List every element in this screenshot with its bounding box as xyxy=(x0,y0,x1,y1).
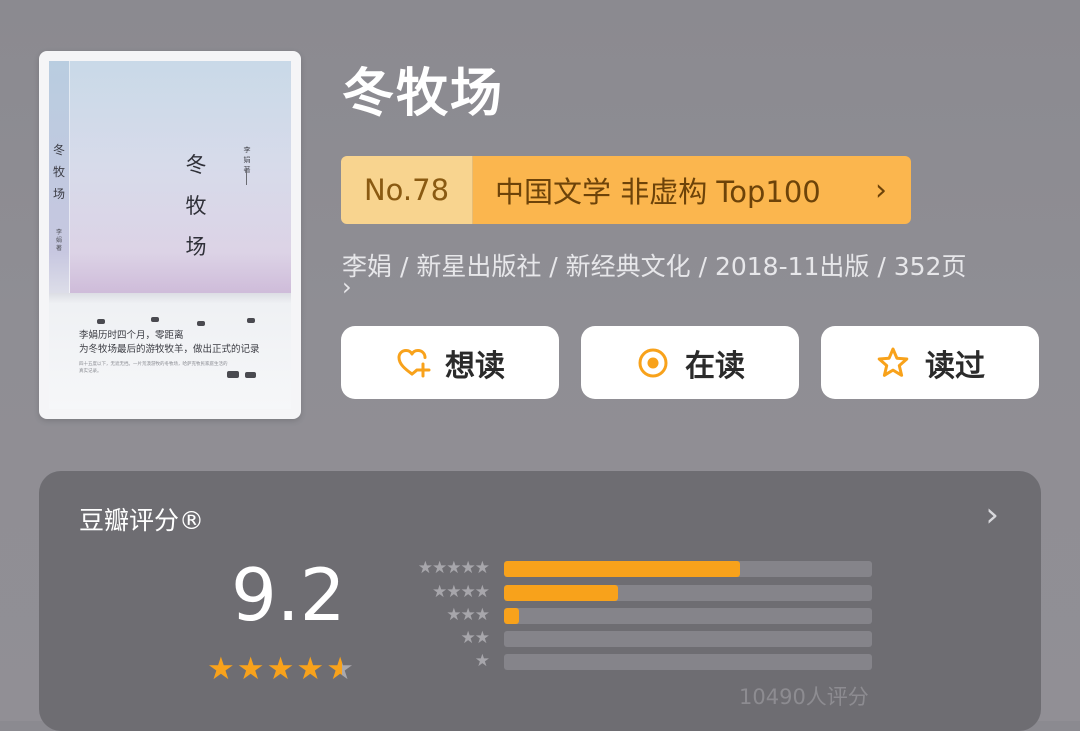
cover-blurb: 李娟历时四个月，零距离 为冬牧场最后的游牧牧羊，做出正式的记录 xyxy=(79,330,260,355)
rating-row-stars: ★ xyxy=(474,651,490,671)
star-icon: ★ xyxy=(207,651,235,687)
rating-bar-fill xyxy=(504,585,619,601)
cover-animal-3 xyxy=(197,321,205,326)
rank-badge[interactable]: No.78 中国文学 非虚构 Top100 › xyxy=(341,156,911,224)
rating-stars: ★ ★ ★ ★ ★ xyxy=(207,654,354,685)
rating-panel[interactable]: 豆瓣评分® › 9.2 ★ ★ ★ ★ ★ ★★★★★ ★★★★ ★★★ ★★ … xyxy=(39,471,1041,731)
have-read-button[interactable]: 读过 xyxy=(821,326,1039,399)
rating-row-stars: ★★ xyxy=(460,628,491,648)
rating-bar-track xyxy=(504,561,872,577)
rating-bar-track xyxy=(504,631,872,647)
rating-row-2: ★★ xyxy=(397,628,917,648)
rating-bar-track xyxy=(504,608,872,624)
spine-author: 李 娟 著 xyxy=(55,229,62,252)
cover-title: 冬 牧 场 xyxy=(185,153,207,259)
chevron-right-icon[interactable]: › xyxy=(985,495,999,535)
chevron-right-icon[interactable]: › xyxy=(342,275,352,299)
rating-bar-fill xyxy=(504,561,740,577)
book-title: 冬牧场 xyxy=(342,64,505,124)
want-to-read-button[interactable]: 想读 xyxy=(341,326,559,399)
star-outline-icon xyxy=(875,345,911,381)
star-icon: ★ xyxy=(296,651,325,687)
cover-animal-6 xyxy=(245,372,256,378)
reading-button[interactable]: 在读 xyxy=(581,326,799,399)
rank-number: No.78 xyxy=(341,156,473,224)
reading-label: 在读 xyxy=(685,348,745,384)
half-star-icon: ★ xyxy=(326,651,354,687)
rank-label: 中国文学 非虚构 Top100 xyxy=(473,156,851,224)
cover-animal-2 xyxy=(151,317,159,322)
rating-row-3: ★★★ xyxy=(397,605,917,625)
rating-row-4: ★★★★ xyxy=(397,582,917,602)
rating-row-5: ★★★★★ xyxy=(397,558,917,578)
target-circle-icon xyxy=(635,345,671,381)
cover-small-text: 四十五度以下，无遮无挡。一片荒漠游牧的冬牧场，哈萨克牧民家庭生活的真实记录。 xyxy=(79,362,228,374)
chevron-right-icon: › xyxy=(851,156,911,224)
rating-bar-track xyxy=(504,654,872,670)
rating-row-stars: ★★★★★ xyxy=(417,558,490,578)
rating-bar-fill xyxy=(504,608,519,624)
heart-plus-icon xyxy=(395,345,431,381)
rating-bar-track xyxy=(504,585,872,601)
rating-title: 豆瓣评分® xyxy=(79,506,205,535)
rating-row-stars: ★★★★ xyxy=(432,582,490,602)
cover-author: 李 娟 著 xyxy=(243,146,251,174)
cover-animal-4 xyxy=(247,318,255,323)
cover-art: 冬 牧 场 李 娟 著 冬 牧 场 李 娟 著 李娟历时四个月，零距离 为冬牧场… xyxy=(49,61,291,409)
rating-row-1: ★ xyxy=(397,651,917,671)
cover-animal-1 xyxy=(97,319,105,324)
have-read-label: 读过 xyxy=(925,348,985,384)
rating-row-stars: ★★★ xyxy=(446,605,490,625)
rating-score: 9.2 xyxy=(231,553,346,637)
spine-title: 冬 牧 场 xyxy=(52,143,65,201)
rating-count: 10490人评分 xyxy=(739,685,869,709)
star-icon: ★ xyxy=(236,651,265,687)
book-meta[interactable]: 李娟 / 新星出版社 / 新经典文化 / 2018-11出版 / 352页 xyxy=(342,249,1042,285)
want-to-read-label: 想读 xyxy=(445,348,505,384)
book-cover[interactable]: 冬 牧 场 李 娟 著 冬 牧 场 李 娟 著 李娟历时四个月，零距离 为冬牧场… xyxy=(39,51,301,419)
star-icon: ★ xyxy=(266,651,295,687)
cover-author-line xyxy=(246,169,247,185)
